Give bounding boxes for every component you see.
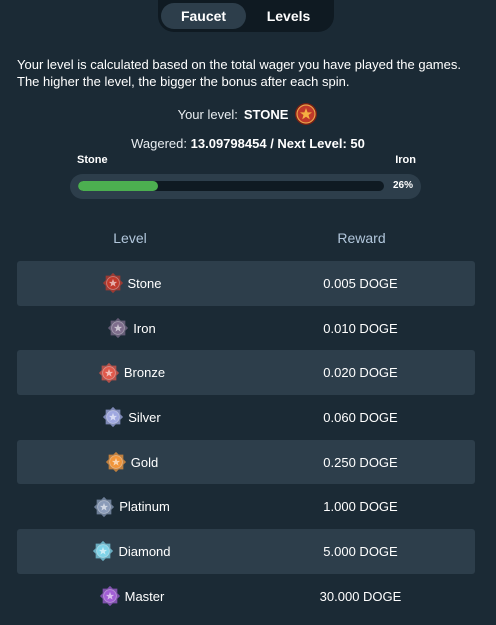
wagered-label: Wagered: (131, 136, 188, 151)
wagered-value: 13.09798454 (190, 136, 267, 151)
level-name: Diamond (118, 543, 171, 559)
reward-cell: 0.005 DOGE (246, 276, 475, 291)
table-row: Silver 0.060 DOGE (17, 395, 475, 440)
next-level-label: / Next Level: (270, 136, 347, 151)
diamond-badge-icon (93, 541, 114, 562)
reward-value: 0.250 DOGE (323, 454, 398, 470)
level-name: Iron (133, 320, 156, 336)
level-cell: Gold (17, 451, 246, 473)
description-line-1: Your level is calculated based on the to… (17, 57, 461, 72)
table-row: Diamond 5.000 DOGE (17, 529, 475, 574)
next-level-value: 50 (350, 136, 365, 151)
reward-cell: 0.250 DOGE (246, 455, 475, 470)
master-badge-icon (99, 586, 120, 607)
progress-to-label: Iron (395, 154, 416, 166)
table-row: Master 30.000 DOGE (17, 574, 475, 619)
level-cell: Master (17, 585, 246, 607)
your-level-label: Your level: (177, 106, 238, 122)
reward-cell: 0.060 DOGE (246, 410, 475, 425)
level-cell: Diamond (17, 540, 246, 562)
your-level-value: STONE (243, 106, 289, 122)
reward-cell: 1.000 DOGE (246, 499, 475, 514)
level-description: Your level is calculated based on the to… (17, 56, 487, 90)
iron-badge-icon (108, 317, 129, 339)
level-cell: Bronze (17, 362, 246, 384)
platinum-badge-icon (94, 496, 115, 517)
level-name: Master (124, 588, 165, 604)
header-reward: Reward (337, 230, 386, 246)
progress-percent: 26% (392, 180, 413, 191)
reward-cell: 0.010 DOGE (246, 321, 475, 336)
progress-from-label: Stone (77, 154, 108, 166)
levels-table-header: Level Reward (17, 230, 475, 246)
levels-table: Stone 0.005 DOGE Iron 0.010 DOGE Bronze 0.020… (17, 261, 475, 619)
level-name: Bronze (123, 365, 166, 381)
reward-value: 5.000 DOGE (323, 543, 398, 559)
reward-value: 0.020 DOGE (323, 365, 398, 381)
table-row: Gold 0.250 DOGE (17, 439, 475, 485)
reward-value: 0.010 DOGE (323, 320, 398, 336)
tab-levels[interactable]: Levels (246, 3, 331, 29)
level-name: Platinum (119, 499, 170, 515)
description-line-2: The higher the level, the bigger the bon… (17, 74, 350, 89)
wagered-line: Wagered: 13.09798454 / Next Level: 50 (0, 136, 496, 151)
reward-cell: 5.000 DOGE (246, 544, 475, 559)
level-cell: Platinum (17, 496, 246, 518)
reward-cell: 30.000 DOGE (246, 589, 475, 604)
your-level-row: Your level: STONE (0, 102, 496, 126)
header-level: Level (113, 230, 147, 246)
level-name: Stone (127, 275, 162, 291)
table-row: Platinum 1.000 DOGE (17, 484, 475, 529)
stone-badge-icon (295, 103, 318, 125)
progress-labels: Stone Iron (77, 154, 416, 166)
progress-fill (78, 181, 158, 191)
table-row: Stone 0.005 DOGE (17, 261, 475, 306)
level-cell: Iron (17, 317, 246, 339)
level-name: Silver (128, 409, 161, 425)
reward-value: 0.005 DOGE (323, 275, 398, 291)
level-name: Gold (130, 454, 159, 470)
level-progress-bar: 26% (70, 174, 421, 199)
table-row: Iron 0.010 DOGE (17, 306, 475, 351)
table-row: Bronze 0.020 DOGE (17, 350, 475, 396)
stone-badge-icon (102, 273, 123, 294)
progress-track (78, 181, 384, 191)
reward-cell: 0.020 DOGE (246, 365, 475, 380)
gold-badge-icon (105, 452, 126, 473)
bronze-badge-icon (98, 362, 119, 383)
reward-value: 0.060 DOGE (323, 409, 398, 425)
reward-value: 30.000 DOGE (319, 588, 402, 604)
tab-bar: Faucet Levels (158, 0, 334, 32)
tab-faucet[interactable]: Faucet (161, 3, 246, 29)
silver-badge-icon (103, 407, 124, 428)
reward-value: 1.000 DOGE (323, 499, 398, 515)
level-cell: Stone (17, 272, 246, 294)
level-cell: Silver (17, 406, 246, 428)
